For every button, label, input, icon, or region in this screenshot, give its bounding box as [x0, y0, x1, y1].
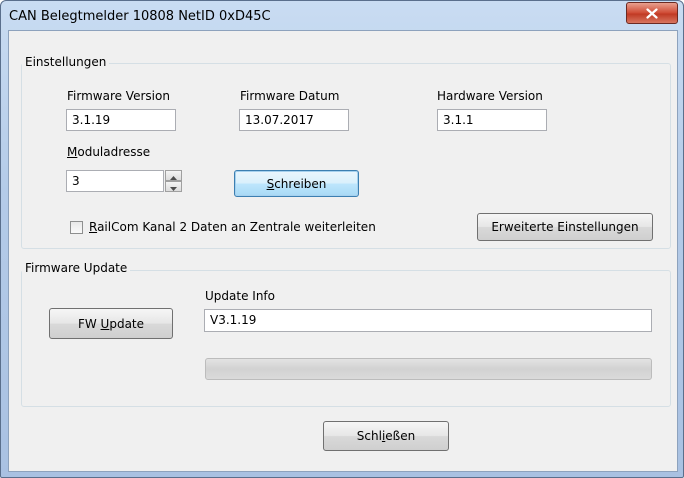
advanced-settings-button[interactable]: Erweiterte Einstellungen: [477, 213, 653, 241]
close-window-button[interactable]: [626, 2, 678, 24]
spin-down-button[interactable]: [165, 181, 182, 192]
fw-update-button[interactable]: FW Update: [49, 308, 173, 339]
firmware-update-group-label: Firmware Update: [22, 261, 131, 275]
module-address-label: Moduladresse: [67, 145, 151, 159]
title-bar[interactable]: CAN Belegtmelder 10808 NetID 0xD45C: [1, 1, 683, 31]
firmware-version-field[interactable]: 3.1.19: [66, 109, 176, 131]
update-info-field[interactable]: V3.1.19: [204, 309, 652, 332]
dialog-client-area: Einstellungen Firmware Version 3.1.19 Fi…: [8, 30, 678, 472]
hardware-version-label: Hardware Version: [437, 89, 543, 103]
railcom-checkbox[interactable]: [70, 221, 83, 234]
window-title: CAN Belegtmelder 10808 NetID 0xD45C: [9, 9, 271, 24]
railcom-checkbox-label[interactable]: RailCom Kanal 2 Daten an Zentrale weiter…: [89, 220, 376, 234]
firmware-version-label: Firmware Version: [67, 89, 170, 103]
close-icon: [646, 7, 658, 19]
dialog-window: CAN Belegtmelder 10808 NetID 0xD45C Eins…: [0, 0, 684, 478]
settings-group-label: Einstellungen: [22, 55, 110, 69]
update-progress-bar: [205, 358, 652, 380]
module-address-input[interactable]: 3: [66, 170, 164, 192]
close-button-label: Schließen: [356, 429, 416, 443]
firmware-date-label: Firmware Datum: [240, 89, 340, 103]
close-button[interactable]: Schließen: [323, 421, 449, 451]
hardware-version-field[interactable]: 3.1.1: [437, 109, 547, 131]
update-info-label: Update Info: [205, 289, 275, 303]
arrow-down-icon: [170, 180, 177, 194]
write-button-label: Schreiben: [266, 176, 327, 191]
advanced-settings-label: Erweiterte Einstellungen: [491, 220, 639, 234]
firmware-date-field[interactable]: 13.07.2017: [239, 109, 349, 131]
module-address-spinner[interactable]: [165, 170, 182, 192]
fw-update-button-label: FW Update: [77, 316, 145, 331]
write-button[interactable]: Schreiben: [234, 170, 359, 197]
